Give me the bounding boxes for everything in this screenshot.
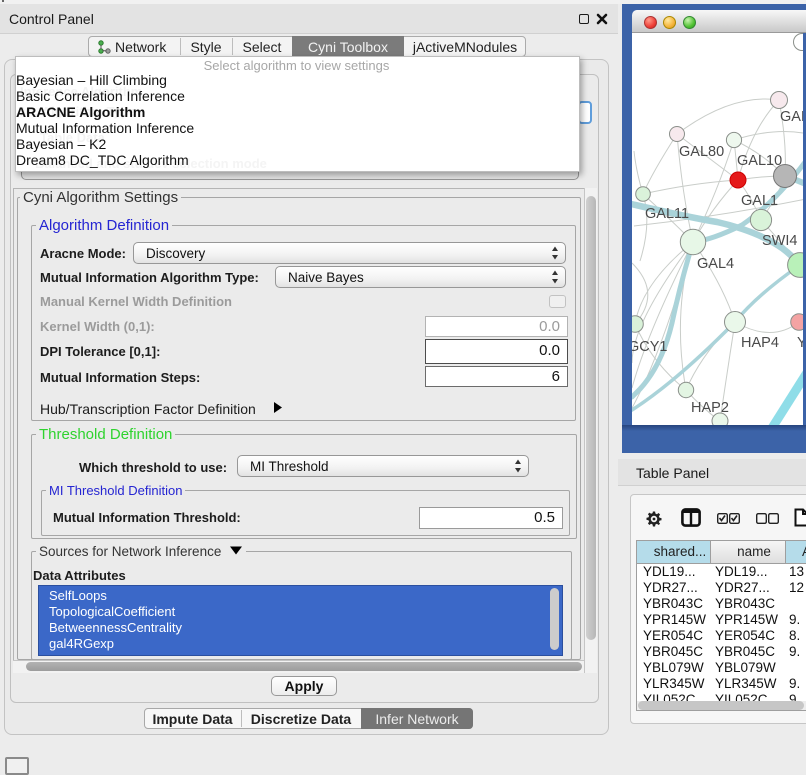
svg-text:GAL11: GAL11 [645,206,689,222]
svg-text:GAL80: GAL80 [679,144,724,160]
svg-text:GAL10: GAL10 [737,153,782,169]
svg-text:GAL4: GAL4 [697,256,734,272]
svg-text:GAL: GAL [780,109,803,125]
svg-text:SWI4: SWI4 [762,233,797,249]
svg-text:HAP4: HAP4 [741,335,779,351]
svg-text:Y: Y [797,335,803,351]
svg-text:HAP2: HAP2 [691,400,729,416]
svg-text:GAL1: GAL1 [741,193,778,209]
svg-text:GCY1: GCY1 [632,339,668,355]
